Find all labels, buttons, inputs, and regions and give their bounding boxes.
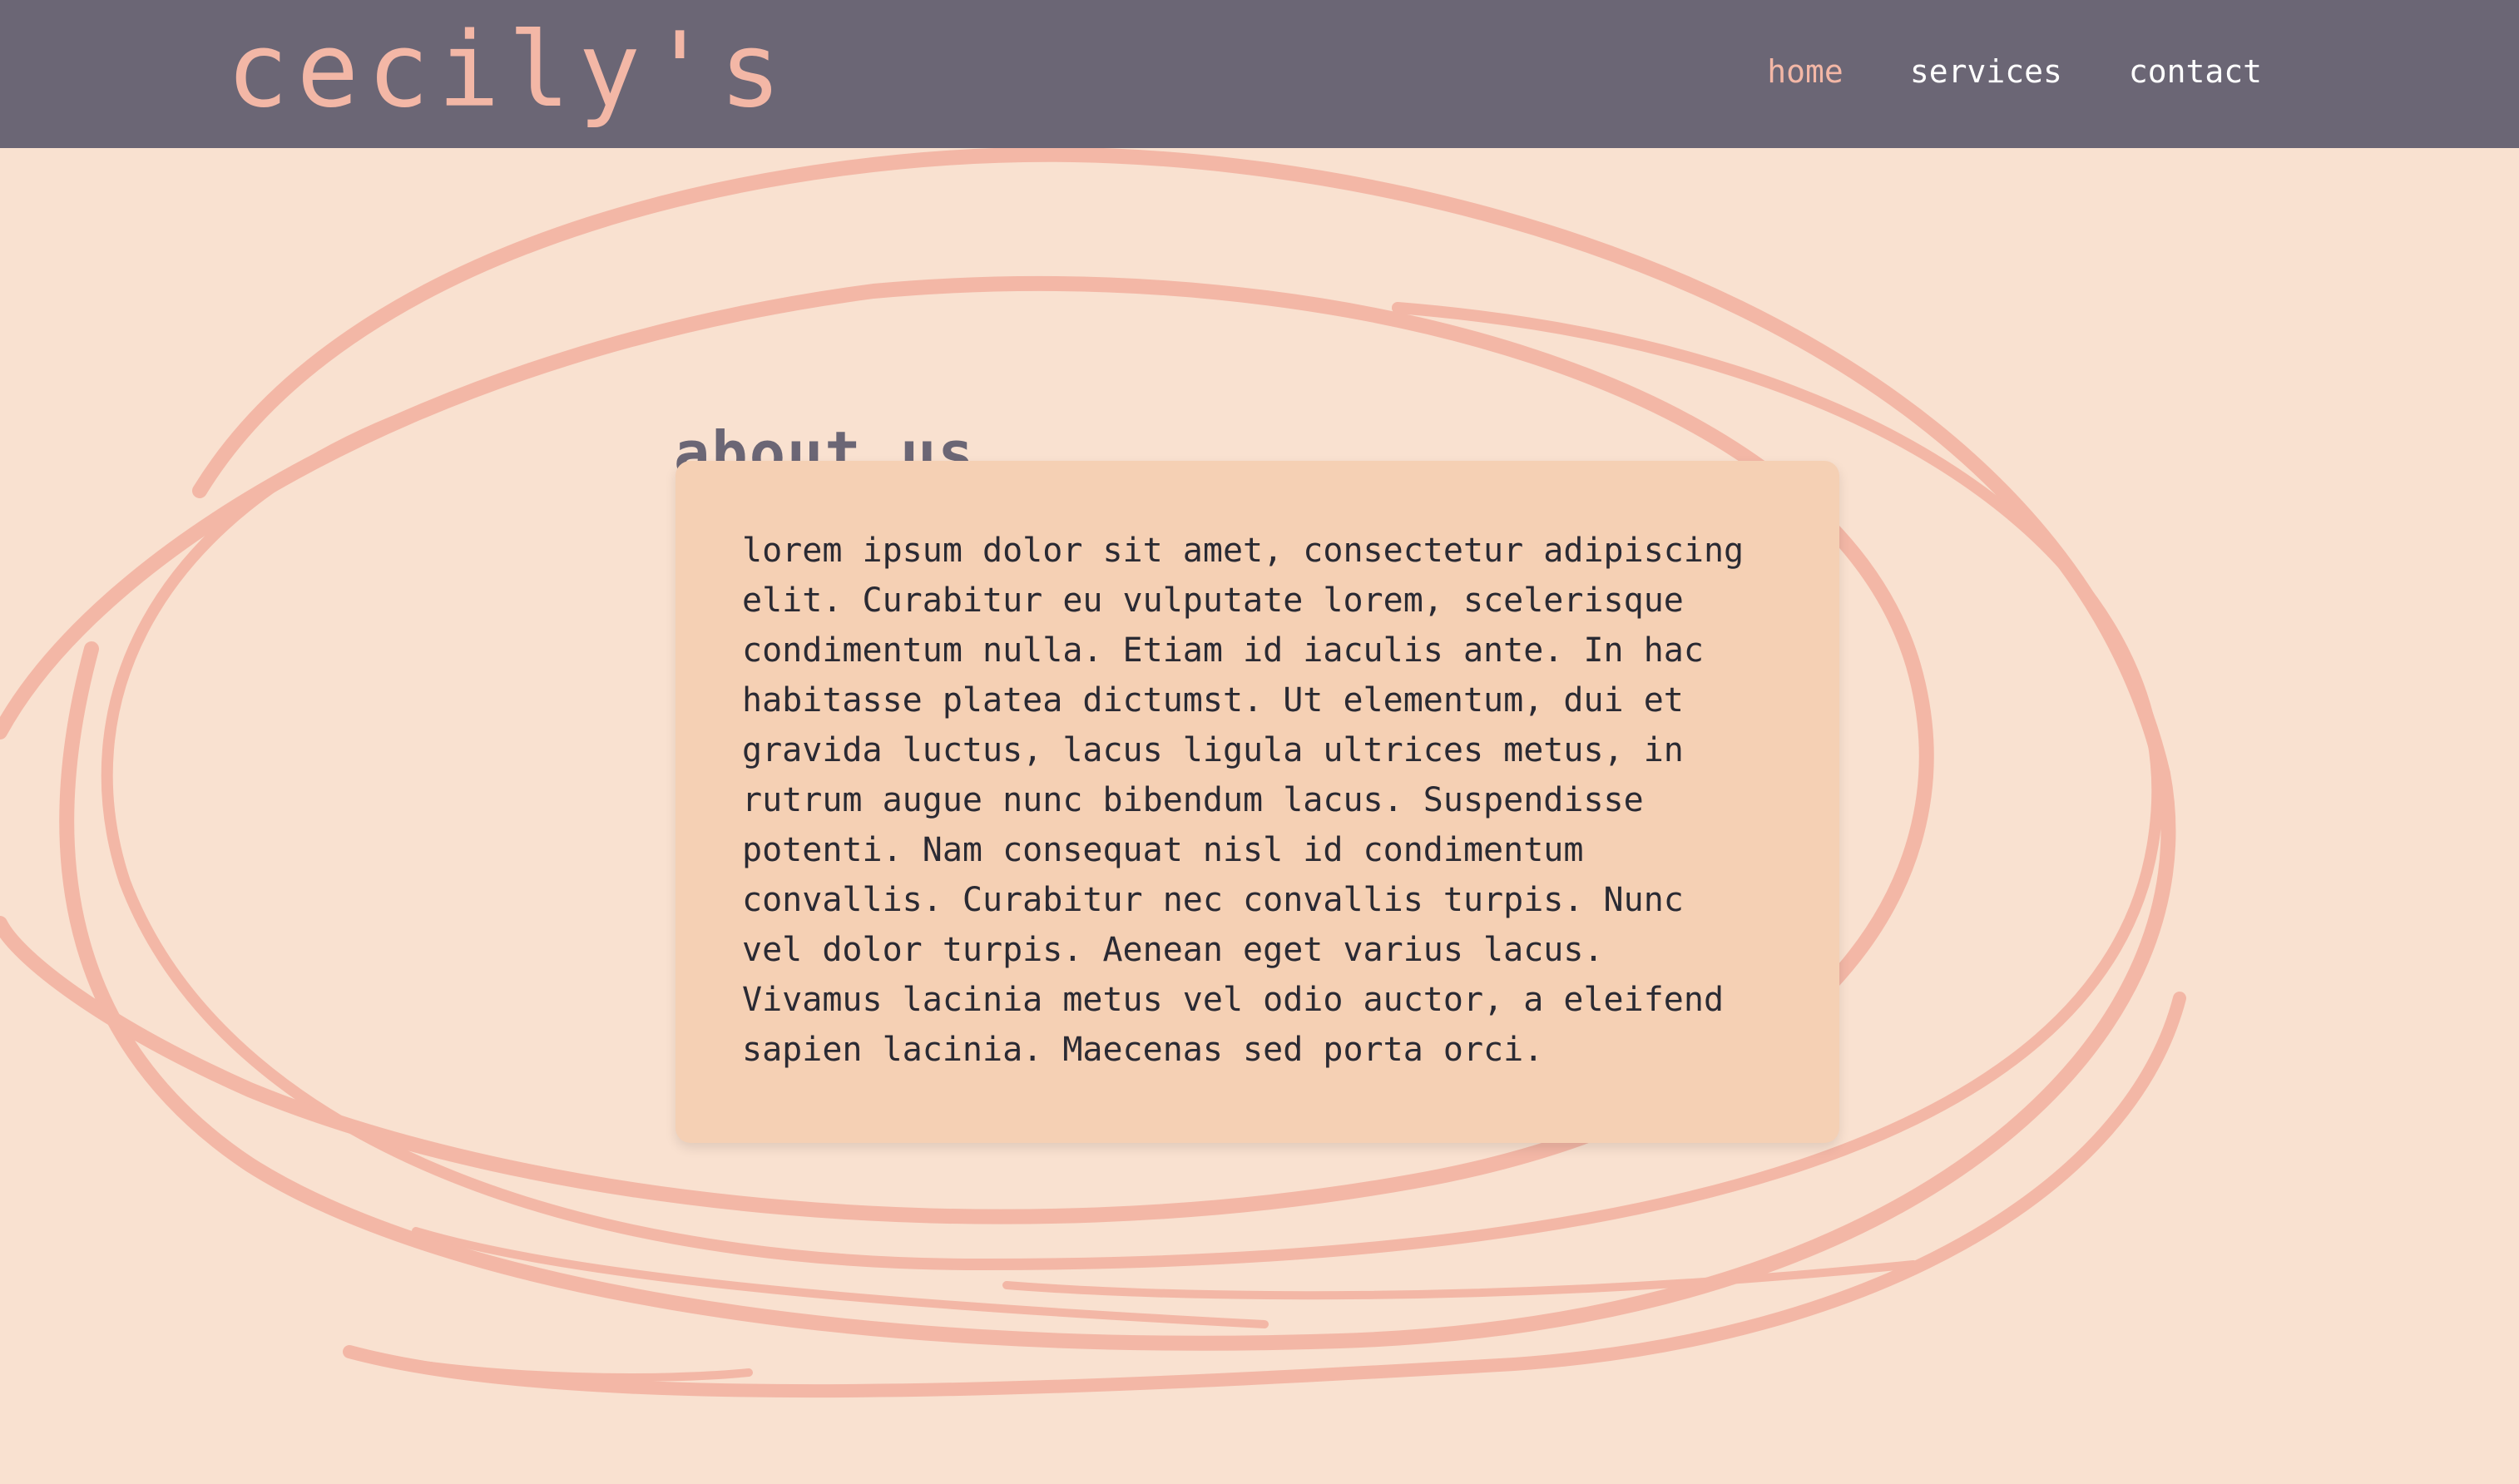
nav-link-home[interactable]: home: [1767, 50, 1843, 93]
nav-link-contact[interactable]: contact: [2129, 50, 2262, 93]
about-card: lorem ipsum dolor sit amet, consectetur …: [676, 461, 1839, 1143]
main-nav: home services contact: [1767, 50, 2262, 93]
about-text: lorem ipsum dolor sit amet, consectetur …: [742, 532, 1744, 1069]
nav-link-services[interactable]: services: [1910, 50, 2062, 93]
site-logo[interactable]: cecily's: [226, 8, 789, 133]
top-navigation-bar: cecily's home services contact: [0, 0, 2519, 148]
